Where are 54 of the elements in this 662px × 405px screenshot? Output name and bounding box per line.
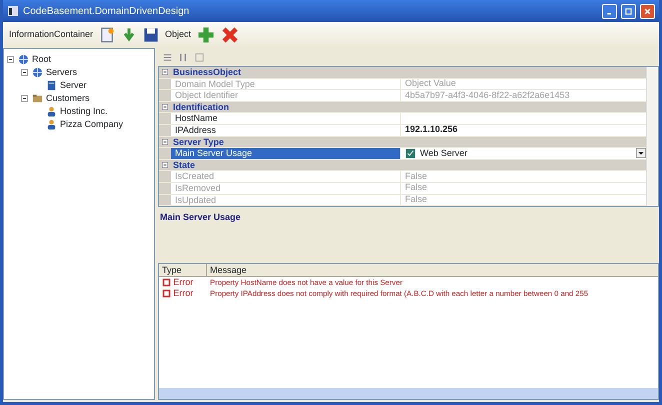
collapse-icon[interactable] (20, 68, 29, 77)
category-header[interactable]: Server Type (171, 136, 646, 148)
close-button[interactable] (640, 4, 655, 18)
app-icon (7, 5, 19, 17)
property-value: False (405, 182, 428, 194)
tree-item[interactable]: Hosting Inc. (60, 104, 108, 118)
maximize-icon[interactable] (624, 6, 633, 16)
globe-icon (18, 54, 29, 65)
column-header[interactable]: Type (159, 264, 207, 276)
tree-item[interactable]: Server (60, 78, 87, 92)
error-type: Error (173, 288, 194, 300)
minimize-button[interactable] (602, 4, 617, 18)
collapse-icon[interactable] (161, 68, 169, 76)
add-icon[interactable] (197, 26, 216, 44)
scrollbar[interactable] (646, 67, 658, 206)
description-title: Main Server Usage (159, 211, 242, 224)
categorized-icon[interactable] (162, 52, 173, 62)
property-value: 4b5a7b97-a4f3-4046-8f22-a62f2a6e1453 (405, 90, 571, 102)
collapse-icon[interactable] (20, 94, 29, 103)
property-name[interactable]: Main Server Usage (171, 148, 401, 159)
toolbar-label: InformationContainer (9, 28, 94, 42)
collapse-icon[interactable] (6, 55, 15, 64)
scrollbar[interactable] (159, 388, 658, 399)
close-icon[interactable] (643, 6, 652, 16)
property-value[interactable]: Web Server (420, 148, 632, 160)
window-title: CodeBasement.DomainDrivenDesign (23, 4, 190, 18)
dropdown-icon[interactable] (636, 148, 646, 158)
property-value: Object Value (405, 78, 457, 90)
tree-item[interactable]: Servers (46, 66, 78, 80)
property-name[interactable]: HostName (171, 113, 401, 124)
tree-item[interactable]: Root (32, 52, 52, 66)
save-icon[interactable] (143, 27, 160, 43)
error-type: Error (173, 277, 194, 288)
collapse-icon[interactable] (161, 161, 169, 170)
person-icon (46, 119, 57, 130)
category-header[interactable]: Identification (171, 102, 646, 112)
new-document-icon[interactable] (99, 27, 116, 43)
category-header[interactable]: State (171, 160, 646, 170)
property-value[interactable]: 192.1.10.256 (405, 124, 646, 136)
collapse-icon[interactable] (161, 103, 169, 112)
delete-icon[interactable] (221, 26, 240, 44)
property-name[interactable]: IPAddress (171, 124, 401, 136)
column-header[interactable]: Message (207, 264, 247, 276)
maximize-button[interactable] (621, 4, 636, 18)
property-value: False (405, 170, 428, 182)
property-value: False (405, 194, 428, 206)
person-icon (46, 106, 57, 117)
tree-item[interactable]: Pizza Company (60, 118, 124, 132)
globe-icon (32, 67, 43, 78)
collapse-icon[interactable] (161, 138, 169, 146)
tree-item[interactable]: Customers (46, 92, 90, 106)
toolbar-label: Object (165, 28, 192, 42)
category-header[interactable]: BusinessObject (171, 67, 646, 78)
folder-icon (32, 93, 43, 104)
